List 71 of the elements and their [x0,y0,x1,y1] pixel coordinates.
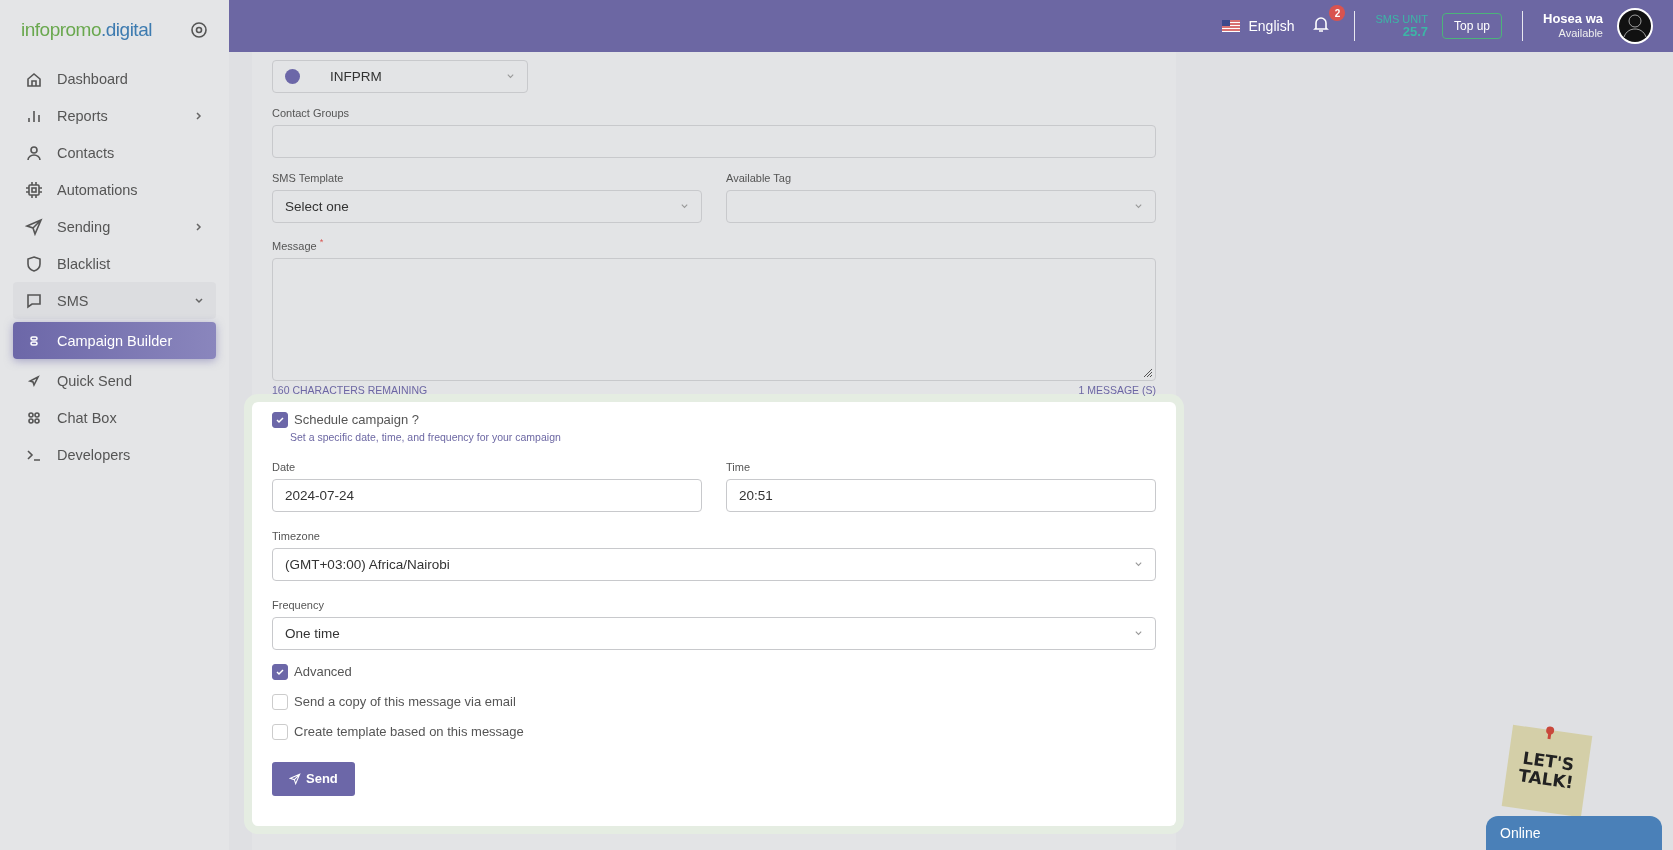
field-label: Frequency [272,598,325,611]
checkbox-label: Schedule campaign ? [294,412,420,428]
sidebar-item[interactable]: Quick Send [13,362,216,399]
pin-icon [1544,725,1556,741]
field-label: SMS Template [272,172,345,184]
sidebar-item[interactable]: Campaign Builder [13,322,216,359]
top-up-button[interactable]: Top up [1442,13,1502,39]
sidebar-item[interactable]: Chat Box [13,399,216,436]
shield-icon [25,254,43,273]
send-button[interactable]: Send [272,761,355,796]
chevron-down-icon [1134,202,1143,211]
chat-bubble-icon [25,291,43,310]
checkbox-label: Create template based on this message [294,724,524,740]
user-icon [25,143,43,162]
frequency-select[interactable]: One time [272,616,1156,650]
sender-select[interactable]: INFPRM [272,60,528,93]
sticky-note[interactable]: LET'S TALK! [1501,724,1593,818]
flag-icon [1221,20,1240,32]
contact-groups-field[interactable] [272,125,1156,158]
checkbox[interactable] [272,663,288,680]
user-name: Hosea wa [1543,11,1603,28]
hint-text: Set a specific date, time, and frequency for your campaign [290,430,562,443]
sticker-text: LET'S TALK! [1517,749,1577,793]
field-label: Contact Groups [272,107,351,119]
resize-grip-icon[interactable] [1143,367,1153,378]
language-selector[interactable]: English [1221,18,1295,34]
template-select[interactable]: Select one [272,190,702,223]
check-icon [275,666,285,677]
message-field[interactable] [272,257,1156,381]
field-label: Message [272,239,317,252]
notification-badge: 2 [1329,5,1346,21]
date-field[interactable]: 2024-07-24 [272,478,702,512]
field-label: Available Tag [726,172,793,184]
paper-plane-icon [25,217,43,236]
checkbox-label: Send a copy of this message via email [294,694,516,710]
sidebar-item[interactable]: Automations [13,171,216,208]
chat-tab[interactable]: Online [1486,816,1662,850]
logo: infopromo.digital [21,19,152,41]
required-mark: * [319,237,324,247]
sidebar-item[interactable]: SMS [13,282,216,319]
field-label: Time [726,460,752,473]
sms-unit-value: 25.7 [1402,24,1428,40]
chevron-down-icon [194,295,204,306]
user-status: Available [1558,27,1603,41]
paper-plane-icon [289,772,301,785]
sidebar-item[interactable]: Dashboard [13,60,216,97]
sms-unit-label: SMS UNIT [1375,12,1428,25]
field-label: Date [272,460,297,473]
sidebar-item[interactable]: Sending [13,208,216,245]
chevron-down-icon [506,72,515,81]
message-counter: 1 MESSAGE (S) [1078,383,1156,396]
chevron-down-icon [1134,559,1143,569]
bell-icon[interactable] [1312,15,1331,33]
checkbox-label: Advanced [294,664,352,680]
chip-icon [25,180,43,199]
time-field[interactable]: 20:51 [726,478,1156,512]
avatar-icon[interactable] [1617,8,1653,44]
chevron-right-icon [194,221,204,232]
chevron-down-icon [1134,628,1143,638]
sidebar-item[interactable]: Developers [13,436,216,473]
timezone-select[interactable]: (GMT+03:00) Africa/Nairobi [272,547,1156,581]
chevron-right-icon [194,110,204,121]
sidebar-item[interactable]: Contacts [13,134,216,171]
character-counter: 160 CHARACTERS REMAINING [272,383,428,396]
field-label: Timezone [272,529,321,542]
chevron-down-icon [680,202,689,211]
target-icon[interactable] [190,21,208,39]
checkbox[interactable] [272,411,288,428]
check-icon [275,414,285,425]
sidebar-item[interactable]: Reports [13,97,216,134]
sidebar-item[interactable]: Blacklist [13,245,216,282]
